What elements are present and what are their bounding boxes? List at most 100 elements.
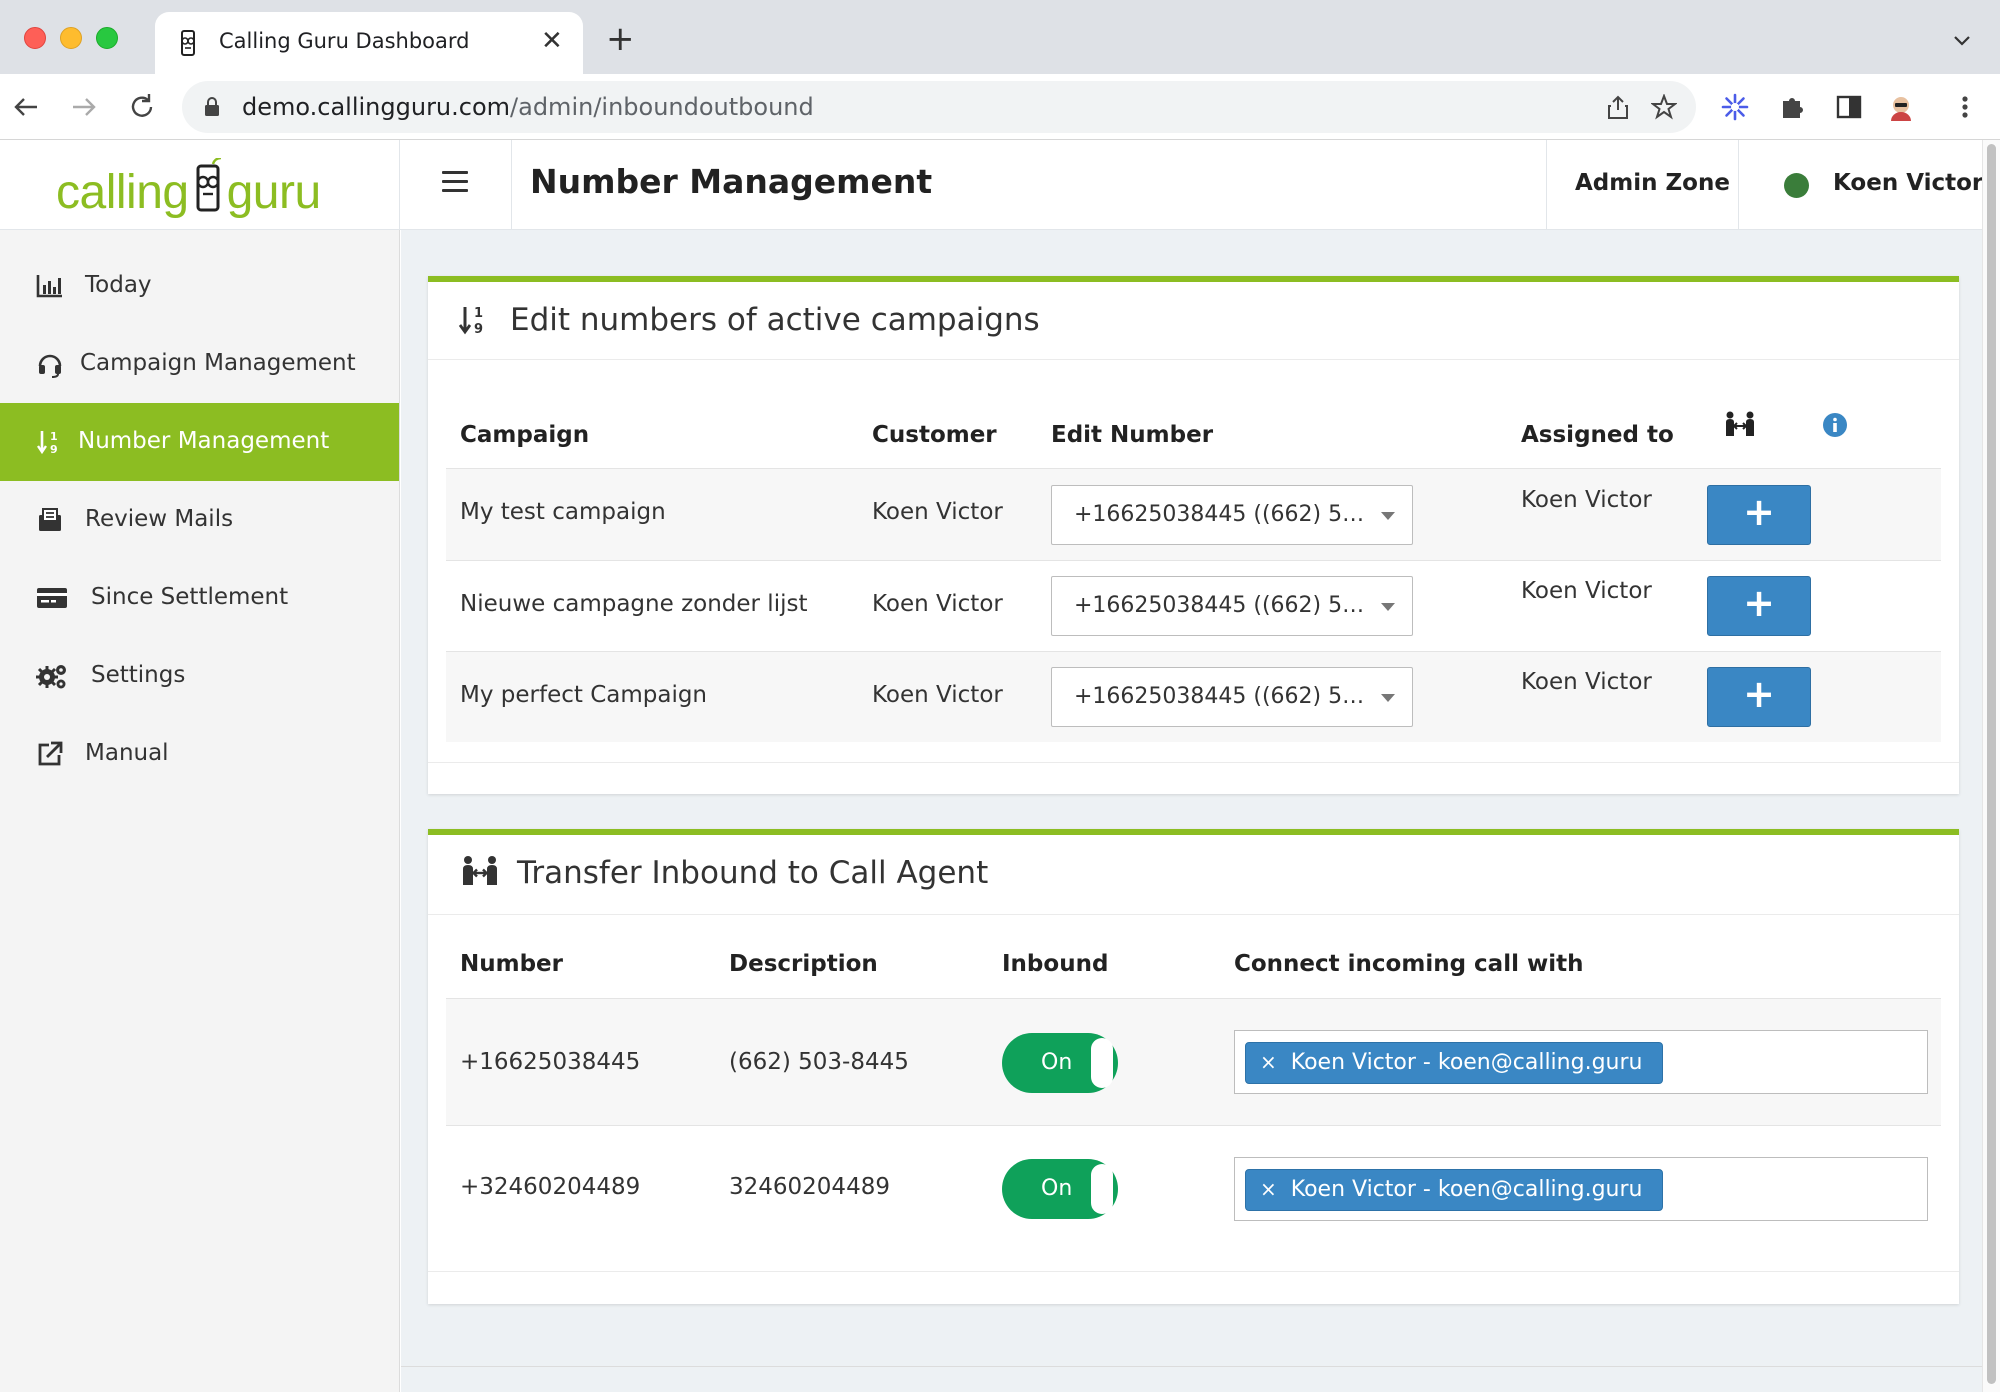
reload-icon[interactable] (126, 91, 158, 123)
sidebar-item-review-mails[interactable]: Review Mails (0, 481, 399, 559)
column-header-connect[interactable]: Connect incoming call with (1234, 951, 1583, 977)
bookmark-star-icon[interactable] (1651, 94, 1677, 120)
sidebar: Today Campaign Management 1 9 Number Man… (0, 230, 400, 1392)
customer-name: Koen Victor (872, 591, 1003, 617)
agent-multiselect[interactable]: × Koen Victor - koen@calling.guru (1234, 1157, 1928, 1221)
column-header-inbound[interactable]: Inbound (1002, 951, 1108, 977)
side-panel-icon[interactable] (1834, 92, 1864, 122)
inbound-toggle[interactable]: On (1002, 1033, 1118, 1093)
headset-icon (38, 354, 62, 378)
column-header-description[interactable]: Description (729, 951, 878, 977)
toggle-state-label: On (1041, 1176, 1073, 1201)
column-header-customer[interactable]: Customer (872, 422, 997, 448)
header-divider (1546, 140, 1547, 230)
info-icon[interactable] (1822, 412, 1848, 438)
column-header-edit-number[interactable]: Edit Number (1051, 422, 1213, 448)
sidebar-item-since-settlement[interactable]: Since Settlement (0, 559, 399, 637)
sidebar-item-label: Today (85, 272, 152, 298)
extension-sparkle-icon[interactable] (1720, 92, 1750, 122)
sort-numeric-icon: 1 9 (37, 430, 58, 456)
campaign-name: My perfect Campaign (460, 682, 708, 708)
sidebar-item-label: Campaign Management (80, 350, 356, 376)
browser-menu-icon[interactable] (1950, 92, 1980, 122)
page-scrollbar[interactable] (1982, 140, 2000, 1392)
share-icon[interactable] (1605, 94, 1631, 120)
card-footer-divider (428, 762, 1959, 763)
sidebar-item-label: Since Settlement (91, 584, 289, 610)
customer-name: Koen Victor (872, 499, 1003, 525)
number-description: 32460204489 (729, 1174, 890, 1200)
selected-number: +16625038445 ((662) 503-8445) (1074, 684, 1374, 709)
window-close-button[interactable] (24, 27, 46, 49)
admin-zone-link[interactable]: Admin Zone (1575, 170, 1730, 196)
tab-search-chevron-icon[interactable] (1950, 28, 1974, 52)
card-title: Edit numbers of active campaigns (510, 302, 1040, 338)
column-header-campaign[interactable]: Campaign (460, 422, 589, 448)
remove-tag-icon[interactable]: × (1260, 1050, 1277, 1074)
sidebar-item-number-management[interactable]: 1 9 Number Management (0, 403, 399, 481)
back-arrow-icon[interactable] (10, 91, 42, 123)
user-menu[interactable]: Koen Victor (1833, 170, 1983, 196)
user-status-indicator (1784, 173, 1809, 198)
url-text[interactable]: demo.callingguru.com/admin/inboundoutbou… (242, 93, 814, 121)
card-footer-divider (428, 1271, 1959, 1272)
sidebar-item-settings[interactable]: Settings (0, 637, 399, 715)
table-row: +32460204489 32460204489 On × Koen Victor… (446, 1125, 1941, 1252)
remove-tag-icon[interactable]: × (1260, 1177, 1277, 1201)
edit-numbers-card: 1 9 Edit numbers of active campaigns Cam… (428, 276, 1959, 794)
selected-number: +16625038445 ((662) 503-8445) (1074, 593, 1374, 618)
agent-multiselect[interactable]: × Koen Victor - koen@calling.guru (1234, 1030, 1928, 1094)
phone-number: +16625038445 (460, 1049, 641, 1075)
selected-number: +16625038445 ((662) 503-8445) (1074, 502, 1374, 527)
header-divider (511, 140, 512, 230)
add-assignment-button[interactable]: + (1707, 576, 1811, 636)
calling-guru-favicon-icon (181, 30, 195, 56)
header-divider (399, 140, 400, 230)
window-minimize-button[interactable] (60, 27, 82, 49)
toggle-knob (1091, 1164, 1113, 1214)
sidebar-item-manual[interactable]: Manual (0, 715, 399, 793)
svg-text:1: 1 (474, 306, 483, 321)
column-header-number[interactable]: Number (460, 951, 563, 977)
assigned-agent: Koen Victor (1521, 578, 1652, 604)
profile-avatar-icon[interactable] (1886, 92, 1916, 122)
calling-guru-logo[interactable]: calling guru (56, 158, 321, 220)
window-zoom-button[interactable] (96, 27, 118, 49)
campaign-name: My test campaign (460, 499, 666, 525)
dropdown-caret-icon (1381, 603, 1395, 611)
forward-arrow-icon[interactable] (68, 91, 100, 123)
number-description: (662) 503-8445 (729, 1049, 909, 1075)
toggle-state-label: On (1041, 1050, 1073, 1075)
column-header-assigned-to[interactable]: Assigned to (1521, 422, 1674, 448)
tab-close-icon[interactable]: ✕ (541, 26, 563, 56)
sidebar-item-label: Manual (85, 740, 169, 766)
extensions-puzzle-icon[interactable] (1778, 92, 1808, 122)
assigned-agent: Koen Victor (1521, 487, 1652, 513)
browser-tab-title: Calling Guru Dashboard (219, 29, 470, 53)
customer-name: Koen Victor (872, 682, 1003, 708)
header-divider (1738, 140, 1739, 230)
sort-numeric-icon: 1 9 (458, 306, 483, 336)
inbound-toggle[interactable]: On (1002, 1159, 1118, 1219)
table-row: My test campaign Koen Victor +1662503844… (446, 468, 1941, 560)
transfer-people-icon (463, 856, 497, 885)
address-bar[interactable]: demo.callingguru.com/admin/inboundoutbou… (182, 81, 1696, 133)
add-assignment-button[interactable]: + (1707, 667, 1811, 727)
number-select[interactable]: +16625038445 ((662) 503-8445) (1051, 485, 1413, 545)
sidebar-item-label: Settings (91, 662, 186, 688)
campaign-name: Nieuwe campagne zonder lijst (460, 591, 808, 617)
add-assignment-button[interactable]: + (1707, 485, 1811, 545)
browser-toolbar: demo.callingguru.com/admin/inboundoutbou… (0, 74, 2000, 140)
number-select[interactable]: +16625038445 ((662) 503-8445) (1051, 667, 1413, 727)
sidebar-item-today[interactable]: Today (0, 247, 399, 325)
page-title: Number Management (530, 162, 933, 201)
new-tab-icon[interactable]: + (606, 22, 635, 56)
sidebar-item-campaign-management[interactable]: Campaign Management (0, 325, 399, 403)
lock-icon[interactable] (204, 97, 220, 117)
dropdown-caret-icon (1381, 694, 1395, 702)
phone-guru-icon (196, 158, 221, 212)
hamburger-menu-icon[interactable] (442, 171, 468, 193)
number-select[interactable]: +16625038445 ((662) 503-8445) (1051, 576, 1413, 636)
scrollbar-thumb[interactable] (1987, 144, 1996, 1384)
browser-tab-active[interactable]: Calling Guru Dashboard ✕ (155, 12, 583, 74)
